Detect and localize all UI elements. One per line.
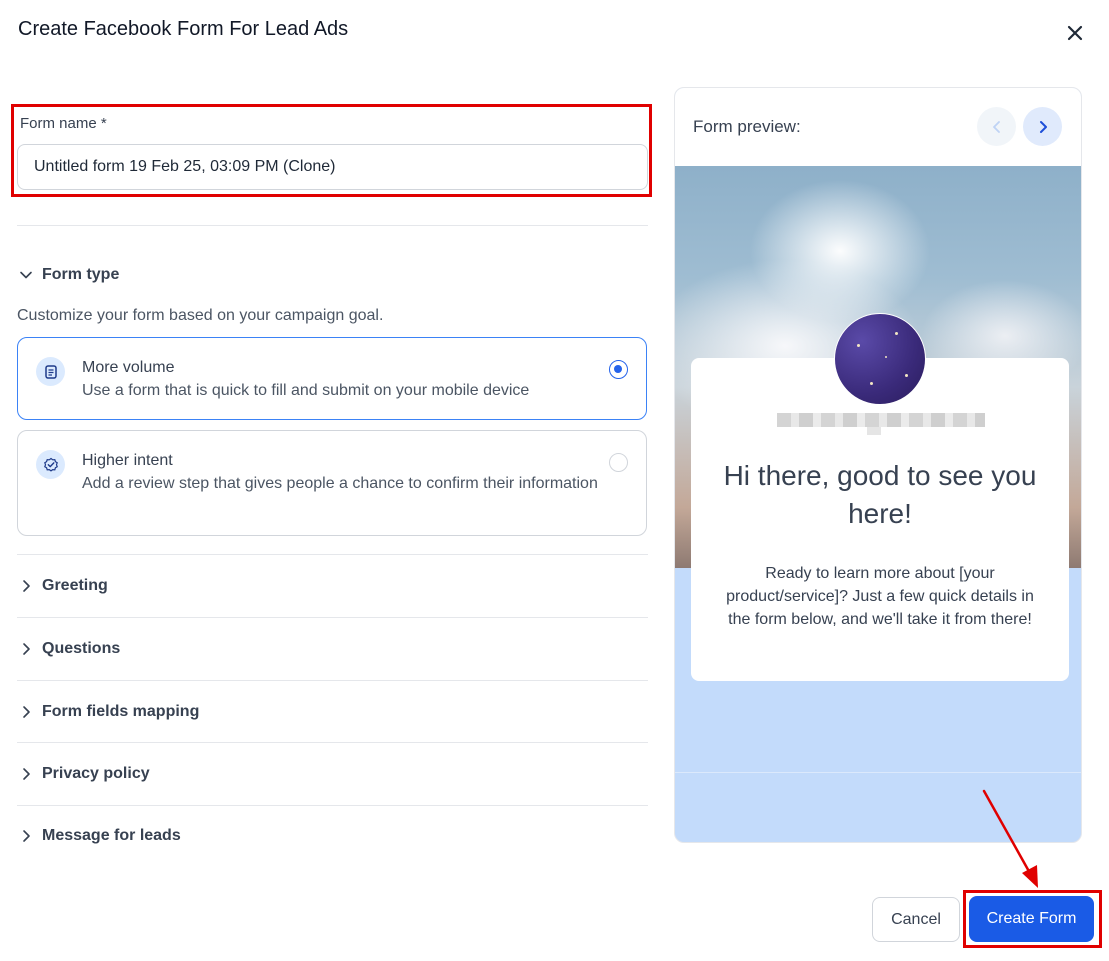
preview-header: Form preview: xyxy=(675,88,1081,166)
form-type-toggle[interactable]: Form type xyxy=(17,260,119,290)
divider xyxy=(17,680,648,681)
blurred-page-name-fragment xyxy=(867,427,881,435)
preview-prev-button[interactable] xyxy=(977,107,1016,146)
form-name-input[interactable] xyxy=(17,144,648,190)
option-description: Use a form that is quick to fill and sub… xyxy=(82,382,530,399)
divider xyxy=(17,617,648,618)
divider xyxy=(17,742,648,743)
chevron-right-icon xyxy=(1039,120,1047,133)
divider xyxy=(17,805,648,806)
section-greeting[interactable]: Greeting xyxy=(17,571,108,601)
check-badge-icon xyxy=(36,450,65,479)
preview-title: Form preview: xyxy=(693,117,801,136)
chevron-right-icon xyxy=(17,827,35,845)
chevron-right-icon xyxy=(17,577,35,595)
section-label: Questions xyxy=(42,640,121,657)
chevron-right-icon xyxy=(17,640,35,658)
blurred-page-name xyxy=(777,413,985,427)
page-avatar xyxy=(834,313,926,405)
preview-next-button[interactable] xyxy=(1023,107,1062,146)
form-type-description: Customize your form based on your campai… xyxy=(17,307,384,324)
section-form-fields-mapping[interactable]: Form fields mapping xyxy=(17,697,199,727)
list-doc-icon xyxy=(36,357,65,386)
form-name-label: Form name * xyxy=(20,115,107,132)
divider xyxy=(17,225,648,226)
section-label: Privacy policy xyxy=(42,765,150,782)
section-privacy-policy[interactable]: Privacy policy xyxy=(17,759,150,789)
divider xyxy=(675,772,1081,773)
section-questions[interactable]: Questions xyxy=(17,634,120,664)
option-title: Higher intent xyxy=(82,452,173,469)
form-type-option-higher-intent[interactable]: Higher intent Add a review step that giv… xyxy=(17,430,647,536)
annotation-arrow xyxy=(982,789,1038,888)
section-label: Greeting xyxy=(42,577,108,594)
close-icon xyxy=(1067,25,1083,41)
chevron-down-icon xyxy=(17,266,35,284)
chevron-right-icon xyxy=(17,703,35,721)
section-label: Message for leads xyxy=(42,827,181,844)
chevron-left-icon xyxy=(992,120,1000,133)
cancel-button[interactable]: Cancel xyxy=(872,897,960,942)
form-type-heading: Form type xyxy=(42,266,120,283)
chevron-right-icon xyxy=(17,765,35,783)
option-title: More volume xyxy=(82,359,175,376)
form-preview-panel: Form preview: Hi there, good to see you … xyxy=(674,87,1082,843)
modal-title: Create Facebook Form For Lead Ads xyxy=(18,18,349,40)
section-message-for-leads[interactable]: Message for leads xyxy=(17,821,181,851)
form-type-option-more-volume[interactable]: More volume Use a form that is quick to … xyxy=(17,337,647,420)
create-form-button[interactable]: Create Form xyxy=(969,896,1094,942)
option-description: Add a review step that gives people a ch… xyxy=(82,475,598,492)
section-label: Form fields mapping xyxy=(42,703,200,720)
greeting-heading: Hi there, good to see you here! xyxy=(723,460,1037,529)
greeting-body: Ready to learn more about [your product/… xyxy=(726,565,1034,628)
close-button[interactable] xyxy=(1062,20,1088,46)
radio-unselected[interactable] xyxy=(609,453,628,472)
radio-selected[interactable] xyxy=(609,360,628,379)
divider xyxy=(17,554,648,555)
